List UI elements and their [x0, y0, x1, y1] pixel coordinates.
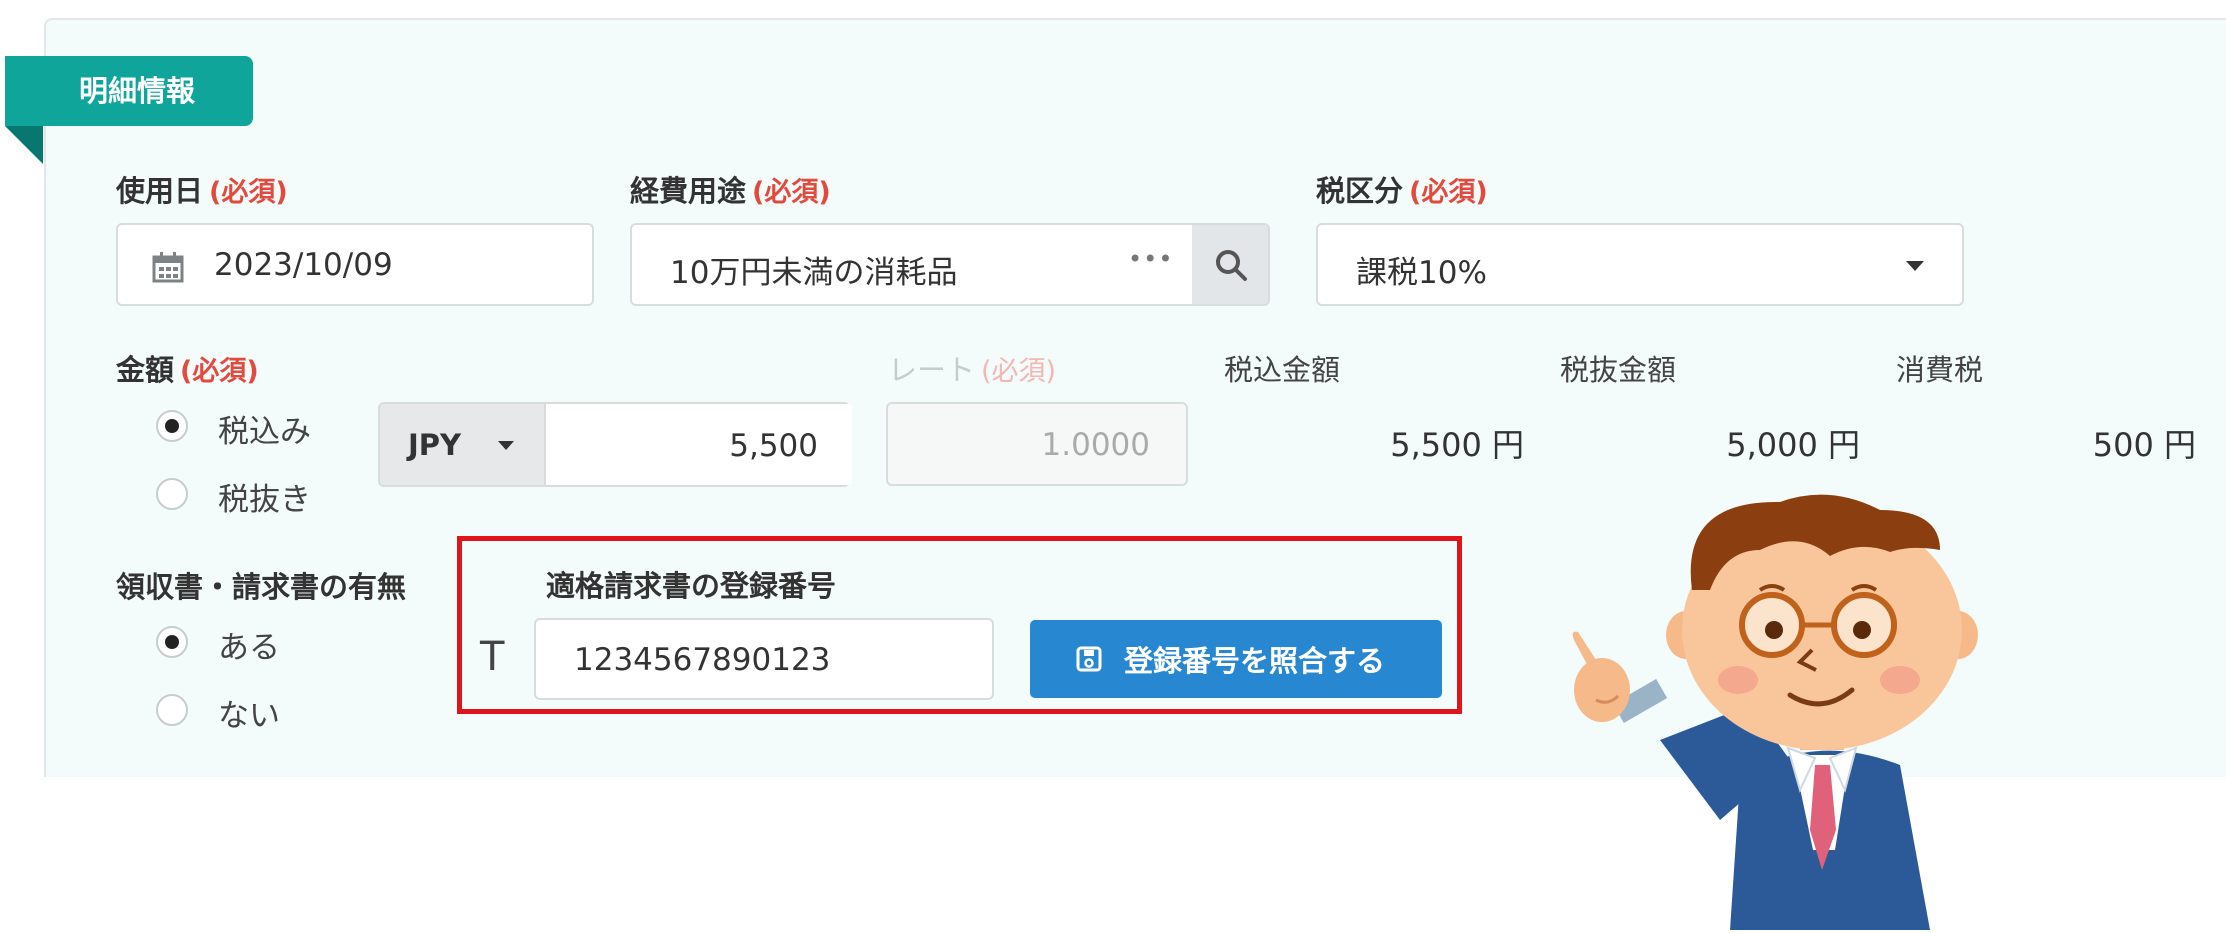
- receipt-no-option: ない: [218, 698, 280, 734]
- calendar-icon: [152, 252, 184, 283]
- amount-label-text: 金額: [116, 353, 175, 387]
- tax-category-label: 税区分 (必須): [1316, 168, 1488, 210]
- registration-prefix: T: [480, 634, 505, 680]
- receipt-yes-radio[interactable]: [156, 626, 188, 658]
- ribbon-fold: [5, 126, 43, 164]
- expense-label: 経費用途 (必須): [630, 168, 831, 210]
- date-input[interactable]: 2023/10/09: [116, 223, 594, 306]
- receipt-no-radio[interactable]: [156, 694, 188, 726]
- chevron-down-icon: [498, 441, 514, 450]
- consumption-tax-amount: 500 円: [2092, 426, 2196, 464]
- rate-label-text: レート: [888, 353, 976, 387]
- date-value: 2023/10/09: [214, 247, 393, 283]
- save-icon: [1076, 646, 1102, 672]
- tax-excluded-label: 税抜金額: [1560, 353, 1677, 387]
- tax-included-amount: 5,500 円: [1390, 426, 1524, 464]
- mascot-illustration: [1572, 494, 1978, 930]
- currency-select[interactable]: JPY 5,500: [378, 402, 852, 487]
- date-label-text: 使用日: [116, 174, 204, 208]
- section-title: 明細情報: [5, 56, 253, 126]
- required-mark: (必須): [1409, 177, 1488, 208]
- search-icon: [1216, 250, 1247, 281]
- expense-input[interactable]: 10万円未満の消耗品 •••: [630, 223, 1270, 306]
- tax-included-label: 税込金額: [1224, 353, 1341, 387]
- rate-label: レート (必須): [888, 347, 1056, 389]
- tax-excluded-radio[interactable]: [156, 478, 188, 510]
- chevron-down-icon: [1906, 261, 1924, 271]
- tax-included-radio[interactable]: [156, 410, 188, 442]
- required-mark: (必須): [209, 177, 288, 208]
- verify-button-label: 登録番号を照合する: [1124, 644, 1386, 678]
- expense-label-text: 経費用途: [630, 174, 747, 208]
- verify-registration-button[interactable]: 登録番号を照合する: [1030, 620, 1442, 698]
- registration-value: 1234567890123: [574, 642, 831, 678]
- required-mark: (必須): [981, 356, 1057, 387]
- amount-value: 5,500: [729, 428, 818, 464]
- required-mark: (必須): [752, 177, 831, 208]
- required-mark: (必須): [180, 356, 259, 387]
- rate-value: 1.0000: [1041, 427, 1150, 463]
- tax-category-label-text: 税区分: [1316, 174, 1404, 208]
- expense-value: 10万円未満の消耗品: [670, 255, 958, 291]
- consumption-tax-label: 消費税: [1896, 353, 1984, 387]
- tax-category-select[interactable]: 課税10%: [1316, 223, 1964, 306]
- receipt-yes-option: ある: [218, 630, 280, 666]
- tax-category-value: 課税10%: [1356, 255, 1487, 291]
- registration-input[interactable]: 1234567890123: [534, 618, 994, 700]
- rate-input: 1.0000: [886, 402, 1188, 486]
- currency-value: JPY: [408, 428, 462, 462]
- tax-excluded-option: 税抜き: [218, 482, 311, 518]
- amount-label: 金額 (必須): [116, 347, 259, 389]
- amount-input[interactable]: 5,500: [544, 404, 852, 485]
- tax-included-option: 税込み: [218, 414, 311, 450]
- receipt-label: 領収書・請求書の有無: [116, 570, 407, 604]
- tax-excluded-amount: 5,000 円: [1726, 426, 1860, 464]
- date-label: 使用日 (必須): [116, 168, 288, 210]
- expense-search-button[interactable]: [1192, 225, 1268, 304]
- more-options-icon[interactable]: •••: [1128, 245, 1173, 273]
- registration-label: 適格請求書の登録番号: [546, 569, 837, 603]
